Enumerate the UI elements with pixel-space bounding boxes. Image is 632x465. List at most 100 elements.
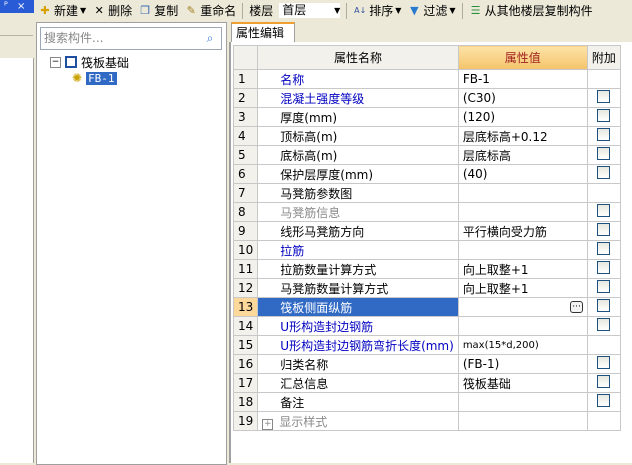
property-name-cell[interactable]: 马凳筋参数图 — [257, 183, 459, 203]
extra-cell — [586, 107, 621, 127]
table-row[interactable]: 19 + 显示样式 — [232, 411, 621, 431]
tab-property-edit[interactable]: 属性编辑 — [231, 22, 295, 43]
tree-node-fb1[interactable]: ✺ FB-1 — [50, 70, 129, 86]
extra-checkbox[interactable] — [597, 261, 611, 274]
close-icon[interactable]: × — [17, 1, 25, 12]
property-value-cell[interactable] — [457, 316, 588, 336]
property-value-cell[interactable]: (40) — [457, 164, 588, 184]
property-name: 马凳筋信息 — [280, 205, 341, 220]
property-name-cell[interactable]: 归类名称 — [257, 354, 459, 374]
extra-checkbox[interactable] — [597, 128, 611, 141]
sort-button[interactable]: A↓ 排序 ▼ — [353, 2, 401, 19]
table-row[interactable]: 5 底标高(m) 层底标高 — [232, 145, 621, 165]
property-name-cell[interactable]: 保护层厚度(mm) — [257, 164, 459, 184]
property-name-cell[interactable]: 筏板侧面纵筋 — [257, 297, 459, 317]
property-value-cell[interactable]: 向上取整+1 — [457, 259, 588, 279]
extra-checkbox[interactable] — [597, 375, 611, 388]
property-name-cell[interactable]: 底标高(m) — [257, 145, 459, 165]
floor-label: 楼层 — [249, 4, 274, 18]
search-icon[interactable]: ⌕ — [199, 28, 221, 49]
table-row[interactable]: 12 马凳筋数量计算方式 向上取整+1 — [232, 278, 621, 298]
rename-button[interactable]: ✎ 重命名 — [184, 2, 237, 19]
table-row[interactable]: 4 顶标高(m) 层底标高+0.12 — [232, 126, 621, 146]
table-row[interactable]: 8 马凳筋信息 — [232, 202, 621, 222]
table-row[interactable]: 6 保护层厚度(mm) (40) — [232, 164, 621, 184]
property-name: 归类名称 — [280, 357, 329, 372]
property-name-cell[interactable]: 马凳筋信息 — [257, 202, 459, 222]
property-value-cell[interactable]: max(15*d,200) — [457, 335, 588, 355]
property-name-cell[interactable]: 名称 — [257, 69, 459, 89]
property-value-cell[interactable]: FB-1 — [457, 69, 588, 89]
property-value-cell[interactable] — [457, 240, 588, 260]
property-name-cell[interactable]: 线形马凳筋方向 — [257, 221, 459, 241]
copy-button[interactable]: ❐ 复制 — [138, 2, 178, 19]
property-value-cell[interactable] — [457, 392, 588, 412]
extra-checkbox[interactable] — [597, 147, 611, 160]
table-row[interactable]: 13 筏板侧面纵筋 ··· — [232, 297, 621, 317]
left-dock-button[interactable] — [0, 36, 33, 59]
table-row[interactable]: 9 线形马凳筋方向 平行横向受力筋 — [232, 221, 621, 241]
property-value-cell[interactable]: 层底标高+0.12 — [457, 126, 588, 146]
copy-from-floor-button[interactable]: ☰ 从其他楼层复制构件 — [469, 2, 593, 19]
property-value-cell[interactable] — [457, 411, 588, 431]
filter-button[interactable]: ▼ 过滤 ▼ — [407, 2, 455, 19]
property-value-cell[interactable]: 筏板基础 — [457, 373, 588, 393]
extra-checkbox[interactable] — [597, 318, 611, 331]
property-name-cell[interactable]: 厚度(mm) — [257, 107, 459, 127]
property-name-cell[interactable]: 马凳筋数量计算方式 — [257, 278, 459, 298]
table-row[interactable]: 17 汇总信息 筏板基础 — [232, 373, 621, 393]
table-row[interactable]: 11 拉筋数量计算方式 向上取整+1 — [232, 259, 621, 279]
extra-checkbox[interactable] — [597, 90, 611, 103]
floor-select[interactable]: 首层 ▼ — [279, 3, 341, 18]
tree-node-raft-foundation[interactable]: − 筏板基础 — [50, 54, 129, 70]
extra-checkbox[interactable] — [597, 204, 611, 217]
dropdown-arrow-icon: ▼ — [395, 6, 402, 15]
property-name-cell[interactable]: 顶标高(m) — [257, 126, 459, 146]
property-value-cell[interactable] — [457, 183, 588, 203]
extra-checkbox[interactable] — [597, 394, 611, 407]
extra-cell — [586, 259, 621, 279]
property-name: 厚度(mm) — [280, 110, 338, 125]
property-value-cell[interactable]: 向上取整+1 — [457, 278, 588, 298]
table-row[interactable]: 3 厚度(mm) (120) — [232, 107, 621, 127]
table-row[interactable]: 10 拉筋 — [232, 240, 621, 260]
property-value-cell[interactable]: 平行横向受力筋 — [457, 221, 588, 241]
property-value-cell[interactable]: ··· — [457, 297, 588, 317]
table-row[interactable]: 1 名称 FB-1 — [232, 69, 621, 89]
property-value-cell[interactable]: (120) — [457, 107, 588, 127]
property-value-cell[interactable] — [457, 202, 588, 222]
table-row[interactable]: 15 U形构造封边钢筋弯折长度(mm) max(15*d,200) — [232, 335, 621, 355]
extra-checkbox[interactable] — [597, 299, 611, 312]
property-name-cell[interactable]: 汇总信息 — [257, 373, 459, 393]
property-value-cell[interactable]: 层底标高 — [457, 145, 588, 165]
extra-checkbox[interactable] — [597, 109, 611, 122]
property-value-cell[interactable]: (FB-1) — [457, 354, 588, 374]
extra-checkbox[interactable] — [597, 280, 611, 293]
ellipsis-button[interactable]: ··· — [570, 301, 583, 313]
table-row[interactable]: 18 备注 — [232, 392, 621, 412]
left-dock-button[interactable] — [0, 13, 33, 36]
search-input[interactable]: 搜索构件... ⌕ — [40, 27, 222, 50]
extra-cell — [586, 183, 621, 203]
extra-checkbox[interactable] — [597, 356, 611, 369]
property-name-cell[interactable]: U形构造封边钢筋弯折长度(mm) — [257, 335, 459, 355]
property-name-cell[interactable]: 备注 — [257, 392, 459, 412]
pin-icon[interactable]: ᴾ — [4, 1, 8, 12]
table-row[interactable]: 2 混凝土强度等级 (C30) — [232, 88, 621, 108]
expand-icon[interactable]: + — [262, 418, 274, 430]
property-name-cell[interactable]: 混凝土强度等级 — [257, 88, 459, 108]
property-name-cell[interactable]: U形构造封边钢筋 — [257, 316, 459, 336]
new-button[interactable]: ✚ 新建 ▼ — [38, 2, 86, 19]
table-row[interactable]: 16 归类名称 (FB-1) — [232, 354, 621, 374]
table-row[interactable]: 7 马凳筋参数图 — [232, 183, 621, 203]
property-name-cell[interactable]: 拉筋数量计算方式 — [257, 259, 459, 279]
extra-checkbox[interactable] — [597, 166, 611, 179]
table-row[interactable]: 14 U形构造封边钢筋 — [232, 316, 621, 336]
extra-checkbox[interactable] — [597, 242, 611, 255]
property-value-cell[interactable]: (C30) — [457, 88, 588, 108]
delete-button[interactable]: ✕ 删除 — [92, 2, 133, 19]
property-name-cell[interactable]: + 显示样式 — [257, 411, 459, 431]
extra-checkbox[interactable] — [597, 223, 611, 236]
property-name-cell[interactable]: 拉筋 — [257, 240, 459, 260]
collapse-icon[interactable]: − — [50, 56, 61, 68]
